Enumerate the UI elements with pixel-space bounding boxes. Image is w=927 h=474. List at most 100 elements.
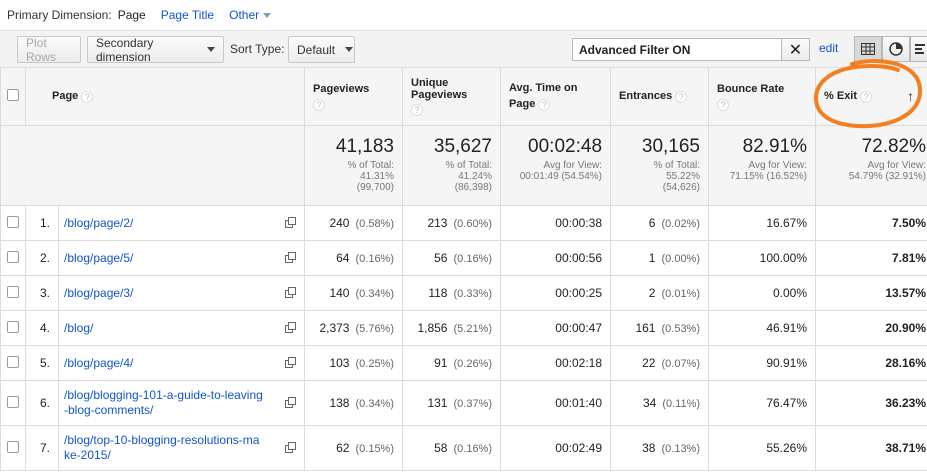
external-link-icon[interactable]: [285, 252, 297, 263]
external-link-icon[interactable]: [285, 217, 297, 228]
table-view-button[interactable]: [854, 36, 882, 62]
help-icon[interactable]: ?: [313, 98, 326, 111]
page-link[interactable]: /blog/top-10-blogging-resolutions-ma ke-2…: [64, 433, 259, 462]
page-link[interactable]: /blog/page/3/: [64, 286, 133, 300]
edit-filter-link[interactable]: edit: [819, 41, 838, 55]
bar-view-button[interactable]: [910, 36, 927, 62]
advanced-filter-input[interactable]: Advanced Filter ON: [572, 38, 782, 61]
page-cell: /blog/page/2/: [57, 205, 306, 241]
total-value: 41,183: [335, 136, 395, 157]
unique-pageviews-cell: 91 (0.26%): [402, 345, 502, 381]
external-link-icon[interactable]: [285, 357, 297, 368]
entrances-percent: (0.53%): [661, 323, 701, 335]
pie-chart-icon: [889, 42, 903, 56]
entrances-value: 161: [635, 321, 656, 335]
secondary-dimension-label: Secondary dimension: [96, 35, 154, 64]
avg-time-cell: 00:01:40: [500, 380, 612, 426]
total-percent: 41.24%: [458, 171, 493, 182]
clear-filter-button[interactable]: ✕: [781, 38, 810, 61]
plot-rows-button[interactable]: Plot Rows: [17, 36, 81, 64]
row-checkbox[interactable]: [7, 285, 19, 298]
pageviews-cell: 138 (0.34%): [304, 380, 404, 426]
unique-pageviews-value: 56: [434, 251, 448, 265]
totals-avg-time: 00:02:48 Avg for View: 00:01:49 (54.54%): [500, 125, 612, 206]
row-select-cell: [0, 240, 26, 276]
totals-entrances: 30,165 % of Total: 55.22% (54,626): [610, 125, 710, 206]
help-icon[interactable]: ?: [675, 90, 688, 103]
help-icon[interactable]: ?: [717, 98, 730, 111]
secondary-dimension-dropdown[interactable]: Secondary dimension: [87, 35, 224, 64]
column-header-exit[interactable]: % Exit ? ↑: [815, 67, 927, 126]
bounce-rate-cell: 0.00%: [708, 275, 817, 311]
total-value: 82.91%: [742, 136, 808, 157]
row-checkbox[interactable]: [7, 320, 19, 333]
entrances-cell: 34 (0.11%): [610, 380, 710, 426]
page-link[interactable]: /blog/: [64, 321, 93, 335]
row-checkbox[interactable]: [7, 355, 19, 368]
help-icon[interactable]: ?: [81, 90, 94, 103]
unique-pageviews-percent: (0.16%): [453, 443, 493, 455]
exit-cell: 7.81%: [815, 240, 927, 276]
page-link[interactable]: /blog/page/2/: [64, 216, 133, 230]
pageviews-cell: 140 (0.34%): [304, 275, 404, 311]
table-row: 4. /blog/ 2,373 (5.76%) 1,856 (5.21%) 00:0…: [0, 310, 927, 346]
column-header-avg-time[interactable]: Avg. Time on Page ?: [500, 67, 612, 126]
unique-pageviews-value: 1,856: [417, 321, 448, 335]
pageviews-percent: (0.15%): [355, 443, 395, 455]
row-select-cell: [0, 345, 26, 381]
page-link[interactable]: /blog/page/4/: [64, 356, 133, 370]
total-percent: 41.31%: [360, 171, 395, 182]
totals-unique-pageviews: 35,627 % of Total: 41.24% (86,398): [402, 125, 502, 206]
dimension-other-label: Other: [229, 8, 260, 22]
totals-bounce-rate: 82.91% Avg for View: 71.15% (16.52%): [708, 125, 817, 206]
pie-view-button[interactable]: [882, 36, 910, 62]
entrances-percent: (0.00%): [661, 253, 701, 265]
help-icon[interactable]: ?: [860, 90, 873, 103]
dimension-page-title-link[interactable]: Page Title: [161, 8, 214, 22]
sort-arrow-up-icon[interactable]: ↑: [907, 88, 914, 104]
bar-list-icon: [915, 44, 925, 54]
bounce-rate-cell: 46.91%: [708, 310, 817, 346]
page-link[interactable]: /blog/page/5/: [64, 251, 133, 265]
sort-type-dropdown[interactable]: Default: [288, 36, 355, 63]
column-header-bounce-rate[interactable]: Bounce Rate?: [708, 67, 817, 126]
page-link-line2: ke-2015/: [64, 448, 111, 462]
column-header-entrances[interactable]: Entrances ?: [610, 67, 710, 126]
select-all-checkbox[interactable]: [7, 89, 19, 101]
page-link-line1: /blog/top-10-blogging-resolutions-ma: [64, 433, 260, 447]
row-checkbox[interactable]: [7, 250, 19, 263]
bounce-rate-cell: 76.47%: [708, 380, 817, 426]
table-row: 3. /blog/page/3/ 140 (0.34%) 118 (0.33%) 0…: [0, 275, 927, 311]
external-link-icon[interactable]: [285, 287, 297, 298]
column-header-unique-pageviews[interactable]: Unique Pageviews?: [402, 67, 502, 126]
row-rank: 1.: [25, 205, 59, 241]
bounce-rate-cell: 55.26%: [708, 425, 817, 471]
row-checkbox[interactable]: [7, 440, 19, 453]
external-link-icon[interactable]: [285, 322, 297, 333]
total-caption: Avg for View:: [748, 160, 808, 171]
sort-type-value: Default: [297, 42, 336, 57]
external-link-icon[interactable]: [285, 442, 297, 453]
total-caption: % of Total:: [347, 160, 395, 171]
help-icon[interactable]: ?: [538, 98, 551, 111]
entrances-cell: 22 (0.07%): [610, 345, 710, 381]
entrances-header-label: Entrances: [619, 90, 673, 103]
page-link[interactable]: /blog/blogging-101-a-guide-to-leaving -bl…: [64, 388, 263, 417]
total-value: 00:02:48: [528, 136, 603, 157]
dimension-other-dropdown[interactable]: Other: [229, 8, 272, 22]
row-checkbox[interactable]: [7, 395, 19, 408]
entrances-percent: (0.07%): [661, 358, 701, 370]
page-cell: /blog/: [57, 310, 306, 346]
row-checkbox[interactable]: [7, 215, 19, 228]
primary-dimension-bar: Primary Dimension: Page Page Title Other: [0, 0, 927, 30]
external-link-icon[interactable]: [285, 397, 297, 408]
unique-pageviews-percent: (0.16%): [453, 253, 493, 265]
pageviews-cell: 240 (0.58%): [304, 205, 404, 241]
total-site-value: 00:01:49 (54.54%): [519, 171, 603, 182]
dimension-page-active[interactable]: Page: [118, 8, 146, 22]
unique-pageviews-percent: (5.21%): [453, 323, 493, 335]
column-header-page[interactable]: Page ?: [24, 67, 306, 126]
column-header-pageviews[interactable]: Pageviews?: [304, 67, 404, 126]
pageviews-percent: (0.58%): [355, 218, 395, 230]
help-icon[interactable]: ?: [411, 104, 424, 116]
